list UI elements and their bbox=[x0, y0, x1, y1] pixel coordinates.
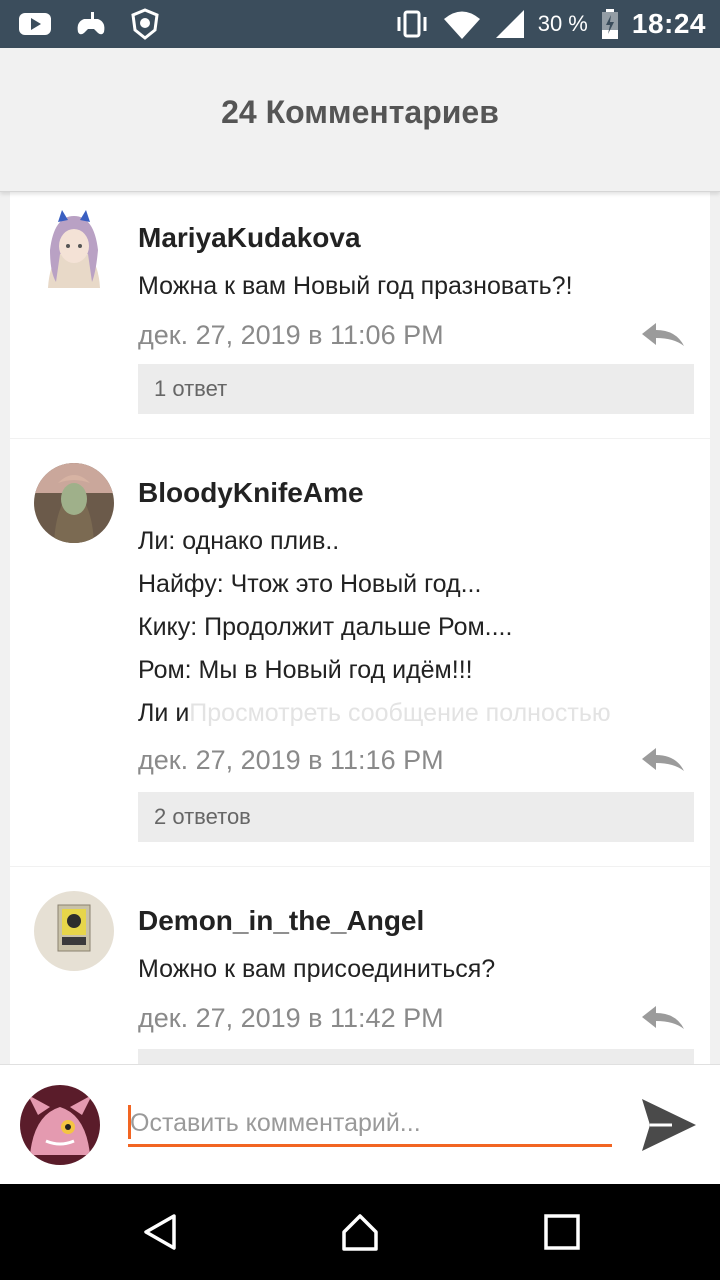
comment-author[interactable]: MariyaKudakova bbox=[138, 222, 361, 254]
battery-percent: 30 % bbox=[537, 11, 588, 36]
comment-text-line: Ли: однако плив.. bbox=[138, 527, 340, 555]
reply-icon[interactable] bbox=[640, 1003, 686, 1033]
comment-card: Demon_in_the_Angel Можно к вам присоедин… bbox=[10, 867, 710, 1064]
comment-input[interactable] bbox=[130, 1103, 610, 1143]
comment-text-line: Ли и bbox=[138, 699, 190, 727]
avatar[interactable] bbox=[34, 463, 114, 543]
status-bar: 30 % 18:24 bbox=[0, 0, 720, 48]
comment-date: дек. 27, 2019 в 11:06 PM bbox=[138, 320, 444, 350]
back-icon[interactable] bbox=[140, 1212, 180, 1252]
comment-composer bbox=[0, 1064, 720, 1184]
replies-button[interactable]: 1 ответ bbox=[138, 364, 694, 414]
replies-button[interactable] bbox=[138, 1049, 694, 1064]
reply-icon[interactable] bbox=[640, 320, 686, 350]
avatar[interactable] bbox=[34, 208, 114, 288]
system-nav-bar bbox=[0, 1184, 720, 1280]
shield-badge-icon bbox=[131, 8, 159, 40]
comment-author[interactable]: BloodyKnifeAme bbox=[138, 477, 364, 509]
battery-icon bbox=[601, 9, 618, 39]
comment-text-line: Найфу: Чтож это Новый год... bbox=[138, 570, 482, 598]
home-icon[interactable] bbox=[340, 1212, 380, 1252]
page-title: 24 Комментариев bbox=[221, 94, 499, 130]
comment-text-line: Ром: Мы в Новый год идём!!! bbox=[138, 656, 473, 684]
send-icon[interactable] bbox=[640, 1097, 698, 1153]
comments-header: 24 Комментариев bbox=[0, 48, 720, 192]
comment-date: дек. 27, 2019 в 11:16 PM bbox=[138, 745, 444, 775]
comment-input-wrapper bbox=[128, 1101, 612, 1147]
replies-button[interactable]: 2 ответов bbox=[138, 792, 694, 842]
comment-author[interactable]: Demon_in_the_Angel bbox=[138, 905, 424, 937]
comment-text-line: Кику: Продолжит дальше Ром.... bbox=[138, 613, 513, 641]
signal-icon bbox=[495, 10, 524, 38]
game-controller-icon bbox=[77, 12, 105, 35]
comment-date: дек. 27, 2019 в 11:42 PM bbox=[138, 1003, 444, 1033]
read-more-link[interactable]: Просмотреть сообщение полностью bbox=[189, 699, 610, 727]
comments-list[interactable]: MariyaKudakova Можна к вам Новый год пра… bbox=[0, 192, 720, 1064]
youtube-icon bbox=[19, 13, 51, 35]
current-user-avatar bbox=[20, 1085, 100, 1165]
comment-card: BloodyKnifeAme Ли: однако плив.. Найфу: … bbox=[10, 439, 710, 866]
comment-text-last-line: Ли иПросмотреть сообщение полностью bbox=[138, 699, 611, 728]
vibrate-icon bbox=[397, 10, 427, 38]
recents-icon[interactable] bbox=[542, 1212, 582, 1252]
reply-icon[interactable] bbox=[640, 745, 686, 775]
avatar[interactable] bbox=[34, 891, 114, 971]
comment-card: MariyaKudakova Можна к вам Новый год пра… bbox=[10, 192, 710, 438]
comment-text: Можна к вам Новый год празновать?! bbox=[138, 272, 573, 300]
comment-text: Можно к вам присоединиться? bbox=[138, 955, 496, 983]
wifi-icon bbox=[443, 11, 480, 39]
clock: 18:24 bbox=[631, 8, 706, 39]
